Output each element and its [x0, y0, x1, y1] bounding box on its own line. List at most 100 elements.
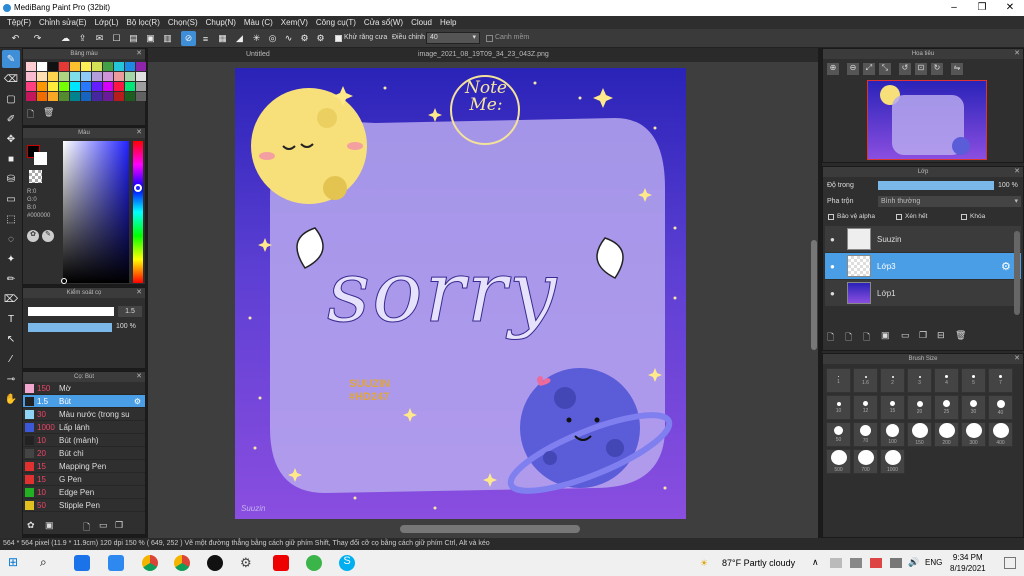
- flip-icon[interactable]: ⇋: [951, 63, 963, 75]
- brush-size-cell[interactable]: 1000: [880, 449, 905, 474]
- new-page-icon[interactable]: 🗋: [27, 107, 34, 123]
- brush-size-cell[interactable]: 2: [880, 368, 905, 393]
- chevron-up-icon[interactable]: ∧: [812, 557, 819, 568]
- antialias-checkbox[interactable]: [335, 35, 342, 42]
- color-swatch[interactable]: [136, 72, 146, 81]
- settings-icon[interactable]: ⚙: [240, 555, 256, 571]
- color-swatch[interactable]: [48, 72, 58, 81]
- brush-item[interactable]: 150 Mờ: [23, 382, 145, 395]
- color-swatch[interactable]: [103, 72, 113, 81]
- comment-icon[interactable]: ☐: [109, 31, 124, 46]
- tray-app-icon[interactable]: [830, 558, 842, 568]
- blur-tool-icon[interactable]: ✐: [2, 110, 20, 128]
- menu-tools[interactable]: Công cụ(T): [312, 16, 360, 29]
- color-swatch[interactable]: [59, 72, 69, 81]
- transparent-swatch[interactable]: [29, 170, 42, 183]
- actual-size-icon[interactable]: ⤡: [879, 63, 891, 75]
- color-swatch[interactable]: [26, 82, 36, 91]
- color-swatch[interactable]: [92, 82, 102, 91]
- brush-item[interactable]: 30 Màu nước (trong su: [23, 408, 145, 421]
- smooth-checkbox[interactable]: [486, 35, 493, 42]
- brush-size-cell[interactable]: 30: [961, 395, 986, 420]
- color-swatch[interactable]: [59, 92, 69, 101]
- layer-opacity-slider[interactable]: [878, 181, 994, 190]
- select-pen-icon[interactable]: ✏: [2, 270, 20, 288]
- artwork-canvas[interactable]: Note Me: sorry SUUZIN #HD247 Suuzin: [235, 68, 686, 519]
- color-swatch[interactable]: [136, 82, 146, 91]
- brush-size-cell[interactable]: 100: [880, 422, 905, 447]
- radial-snap-icon[interactable]: ✳: [249, 31, 264, 46]
- menu-view[interactable]: Xem(V): [277, 16, 312, 29]
- menu-window[interactable]: Cửa sổ(W): [360, 16, 407, 29]
- color-swatch[interactable]: [59, 82, 69, 91]
- frame-icon[interactable]: ▥: [160, 31, 175, 46]
- blend-select[interactable]: Bình thường ▾: [878, 196, 1021, 207]
- chrome-profile-icon[interactable]: [174, 555, 190, 571]
- duplicate-icon[interactable]: ❐: [115, 520, 123, 531]
- color-swatch[interactable]: [48, 92, 58, 101]
- cloud-icon[interactable]: ☁: [58, 31, 73, 46]
- color-mix-icon[interactable]: ✎: [42, 230, 54, 242]
- color-swatch[interactable]: [81, 92, 91, 101]
- visibility-icon[interactable]: ●: [830, 235, 835, 244]
- close-icon[interactable]: ✕: [1014, 167, 1020, 177]
- brush-size-cell[interactable]: 3: [907, 368, 932, 393]
- clock[interactable]: 9:34 PM 8/19/2021: [950, 552, 986, 574]
- reset-rotate-icon[interactable]: ⊡: [915, 63, 927, 75]
- brush-size-cell[interactable]: 50: [826, 422, 851, 447]
- menu-color[interactable]: Màu (C): [240, 16, 277, 29]
- layer-scrollbar[interactable]: [1014, 231, 1020, 315]
- color-swatch[interactable]: [103, 82, 113, 91]
- page-icon[interactable]: ▤: [126, 31, 141, 46]
- color-swatch[interactable]: [81, 62, 91, 71]
- color-swatch[interactable]: [114, 72, 124, 81]
- brush-size-cell[interactable]: 1.6: [853, 368, 878, 393]
- brush-item[interactable]: 1000 Lấp lánh: [23, 421, 145, 434]
- chrome-icon[interactable]: [142, 555, 158, 571]
- volume-icon[interactable]: 🔊: [908, 557, 919, 568]
- text-tool-icon[interactable]: T: [2, 310, 20, 328]
- color-swatch[interactable]: [103, 92, 113, 101]
- panel-icon[interactable]: ▣: [143, 31, 158, 46]
- color-swatch[interactable]: [81, 82, 91, 91]
- navigator-preview[interactable]: [867, 80, 987, 160]
- color-swatch[interactable]: [114, 82, 124, 91]
- color-swatch[interactable]: [70, 72, 80, 81]
- brush-item[interactable]: 20 Bút chì: [23, 447, 145, 460]
- lasso-tool-icon[interactable]: ◌: [2, 230, 20, 248]
- shape-tool-icon[interactable]: ■: [2, 150, 20, 168]
- color-swatch[interactable]: [70, 62, 80, 71]
- weather-icon[interactable]: ☀: [700, 558, 708, 569]
- horizontal-scrollbar[interactable]: [400, 525, 580, 533]
- duplicate-layer-icon[interactable]: ❐: [919, 330, 927, 341]
- brush-size-cell[interactable]: 10: [826, 395, 851, 420]
- vertical-scrollbar[interactable]: [811, 240, 817, 350]
- tab-image[interactable]: image_2021_08_19T09_34_23_043Z.png: [410, 48, 557, 62]
- gear-icon[interactable]: ⚙: [134, 397, 141, 406]
- medibang-icon[interactable]: [306, 555, 322, 571]
- adjust-select[interactable]: 40 ▾: [426, 32, 480, 44]
- menu-file[interactable]: Tệp(F): [3, 16, 35, 29]
- menu-cloud[interactable]: Cloud: [407, 16, 436, 29]
- gear-icon[interactable]: ⚙: [313, 31, 328, 46]
- color-swatch[interactable]: [114, 92, 124, 101]
- skype-icon[interactable]: S: [339, 555, 355, 571]
- brush-size-cell[interactable]: 150: [907, 422, 932, 447]
- brush-size-cell[interactable]: 400: [988, 422, 1013, 447]
- color-swatch[interactable]: [37, 72, 47, 81]
- layer-item-lop1[interactable]: ● Lớp1: [825, 280, 1021, 306]
- redo-icon[interactable]: ↷: [30, 31, 45, 46]
- brush-item[interactable]: 15 G Pen: [23, 473, 145, 486]
- close-icon[interactable]: ✕: [136, 372, 142, 382]
- menu-help[interactable]: Help: [436, 16, 460, 29]
- close-icon[interactable]: ✕: [136, 288, 142, 298]
- menu-edit[interactable]: Chỉnh sửa(E): [35, 16, 91, 29]
- network-icon[interactable]: [850, 558, 862, 568]
- search-icon[interactable]: ⌕: [40, 555, 56, 571]
- rotate-left-icon[interactable]: ↺: [899, 63, 911, 75]
- chat-icon[interactable]: ✉: [92, 31, 107, 46]
- select-eraser-icon[interactable]: ⌦: [2, 290, 20, 308]
- export-icon[interactable]: ⇪: [75, 31, 90, 46]
- color-swatch[interactable]: [92, 62, 102, 71]
- visibility-icon[interactable]: ●: [830, 289, 835, 298]
